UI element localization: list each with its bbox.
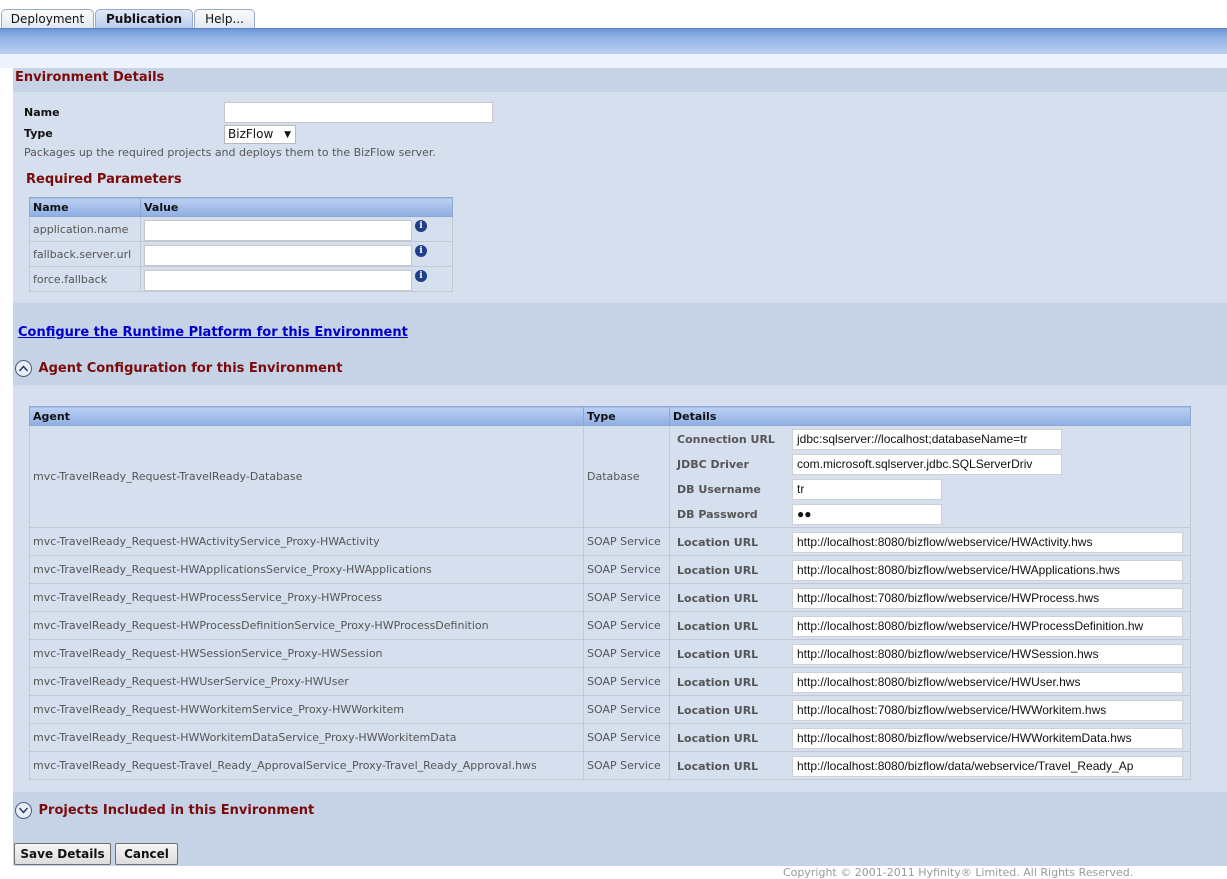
location-url-label: Location URL (677, 760, 759, 773)
column-header-value: Value (140, 197, 453, 217)
agent-name: mvc-TravelReady_Request-HWWorkitemDataSe… (29, 723, 584, 752)
connection-url-label: Connection URL (677, 433, 775, 446)
location-url-input[interactable]: http://localhost:8080/bizflow/webservice… (792, 644, 1183, 665)
environment-details-heading: Environment Details (13, 68, 1227, 92)
jdbc-driver-label: JDBC Driver (677, 458, 749, 471)
location-url-input[interactable]: http://localhost:8080/bizflow/webservice… (792, 616, 1183, 637)
jdbc-driver-input[interactable]: com.microsoft.sqlserver.jdbc.SQLServerDr… (792, 454, 1062, 475)
chevron-down-icon: ▼ (284, 130, 291, 140)
agent-type: SOAP Service (583, 555, 670, 584)
connection-url-input[interactable]: jdbc:sqlserver://localhost;databaseName=… (792, 429, 1062, 450)
location-url-input[interactable]: http://localhost:8080/bizflow/webservice… (792, 560, 1183, 581)
tab-bar: Deployment Publication Help... (0, 0, 1227, 29)
agent-name: mvc-TravelReady_Request-TravelReady-Data… (29, 425, 584, 528)
location-url-label: Location URL (677, 592, 759, 605)
agent-config-heading: Agent Configuration for this Environment (38, 361, 343, 376)
agent-type: Database (583, 425, 670, 528)
header-band-lower (0, 54, 1227, 68)
agent-type: SOAP Service (583, 611, 670, 640)
force-fallback-input[interactable] (144, 270, 412, 291)
column-header-agent: Agent (29, 406, 584, 426)
agent-name: mvc-TravelReady_Request-HWProcessDefinit… (29, 611, 584, 640)
projects-band: Projects Included in this Environment Sa… (13, 792, 1227, 866)
save-details-button[interactable]: Save Details (14, 843, 111, 865)
location-url-label: Location URL (677, 564, 759, 577)
location-url-label: Location URL (677, 704, 759, 717)
db-password-label: DB Password (677, 508, 758, 521)
agent-config-header[interactable]: Agent Configuration for this Environment (15, 360, 342, 377)
application-name-input[interactable] (144, 220, 412, 241)
collapse-up-icon[interactable] (15, 360, 32, 377)
location-url-input[interactable]: http://localhost:8080/bizflow/webservice… (792, 728, 1183, 749)
column-header-details: Details (669, 406, 1191, 426)
column-header-type: Type (583, 406, 670, 426)
tab-help[interactable]: Help... (194, 9, 255, 29)
column-header-name: Name (29, 197, 141, 217)
agent-name: mvc-TravelReady_Request-HWActivityServic… (29, 527, 584, 556)
location-url-label: Location URL (677, 648, 759, 661)
agent-name: mvc-TravelReady_Request-HWProcessService… (29, 583, 584, 612)
db-username-input[interactable]: tr (792, 479, 942, 500)
location-url-label: Location URL (677, 536, 759, 549)
configure-runtime-link[interactable]: Configure the Runtime Platform for this … (18, 325, 408, 340)
name-label: Name (24, 106, 60, 119)
agent-name: mvc-TravelReady_Request-HWUserService_Pr… (29, 667, 584, 696)
tab-publication[interactable]: Publication (95, 9, 193, 29)
param-name: fallback.server.url (29, 241, 141, 267)
type-select-value: BizFlow (228, 127, 274, 141)
agent-name: mvc-TravelReady_Request-HWApplicationsSe… (29, 555, 584, 584)
cancel-button[interactable]: Cancel (115, 843, 178, 865)
fallback-server-url-input[interactable] (144, 245, 412, 266)
agent-type: SOAP Service (583, 667, 670, 696)
agent-type: SOAP Service (583, 639, 670, 668)
agent-type: SOAP Service (583, 695, 670, 724)
location-url-label: Location URL (677, 732, 759, 745)
runtime-band: Configure the Runtime Platform for this … (13, 303, 1227, 385)
location-url-input[interactable]: http://localhost:7080/bizflow/webservice… (792, 588, 1183, 609)
agent-type: SOAP Service (583, 583, 670, 612)
db-password-input[interactable]: ●● (792, 504, 942, 525)
required-parameters-heading: Required Parameters (26, 172, 182, 187)
info-icon[interactable]: i (415, 220, 427, 232)
param-name: force.fallback (29, 266, 141, 292)
location-url-input[interactable]: http://localhost:7080/bizflow/webservice… (792, 700, 1183, 721)
agent-name: mvc-TravelReady_Request-HWWorkitemServic… (29, 695, 584, 724)
agent-name: mvc-TravelReady_Request-HWSessionService… (29, 639, 584, 668)
location-url-input[interactable]: http://localhost:8080/bizflow/webservice… (792, 532, 1183, 553)
type-select[interactable]: BizFlow ▼ (224, 125, 296, 144)
type-label: Type (24, 127, 53, 140)
main-panel: Environment Details Name Type BizFlow ▼ … (13, 68, 1227, 866)
agent-type: SOAP Service (583, 527, 670, 556)
copyright-footer: Copyright © 2001-2011 Hyfinity® Limited.… (783, 866, 1134, 879)
agent-type: SOAP Service (583, 723, 670, 752)
header-band (0, 28, 1227, 54)
agent-type: SOAP Service (583, 751, 670, 780)
location-url-label: Location URL (677, 620, 759, 633)
name-input[interactable] (224, 102, 493, 123)
projects-header[interactable]: Projects Included in this Environment (15, 802, 314, 819)
location-url-input[interactable]: http://localhost:8080/bizflow/webservice… (792, 672, 1183, 693)
param-name: application.name (29, 216, 141, 242)
info-icon[interactable]: i (415, 245, 427, 257)
expand-down-icon[interactable] (15, 802, 32, 819)
projects-heading: Projects Included in this Environment (38, 803, 315, 818)
location-url-label: Location URL (677, 676, 759, 689)
location-url-input[interactable]: http://localhost:8080/bizflow/data/webse… (792, 756, 1183, 777)
type-description: Packages up the required projects and de… (24, 146, 436, 159)
agent-name: mvc-TravelReady_Request-Travel_Ready_App… (29, 751, 584, 780)
info-icon[interactable]: i (415, 270, 427, 282)
db-username-label: DB Username (677, 483, 761, 496)
tab-deployment[interactable]: Deployment (1, 9, 94, 29)
